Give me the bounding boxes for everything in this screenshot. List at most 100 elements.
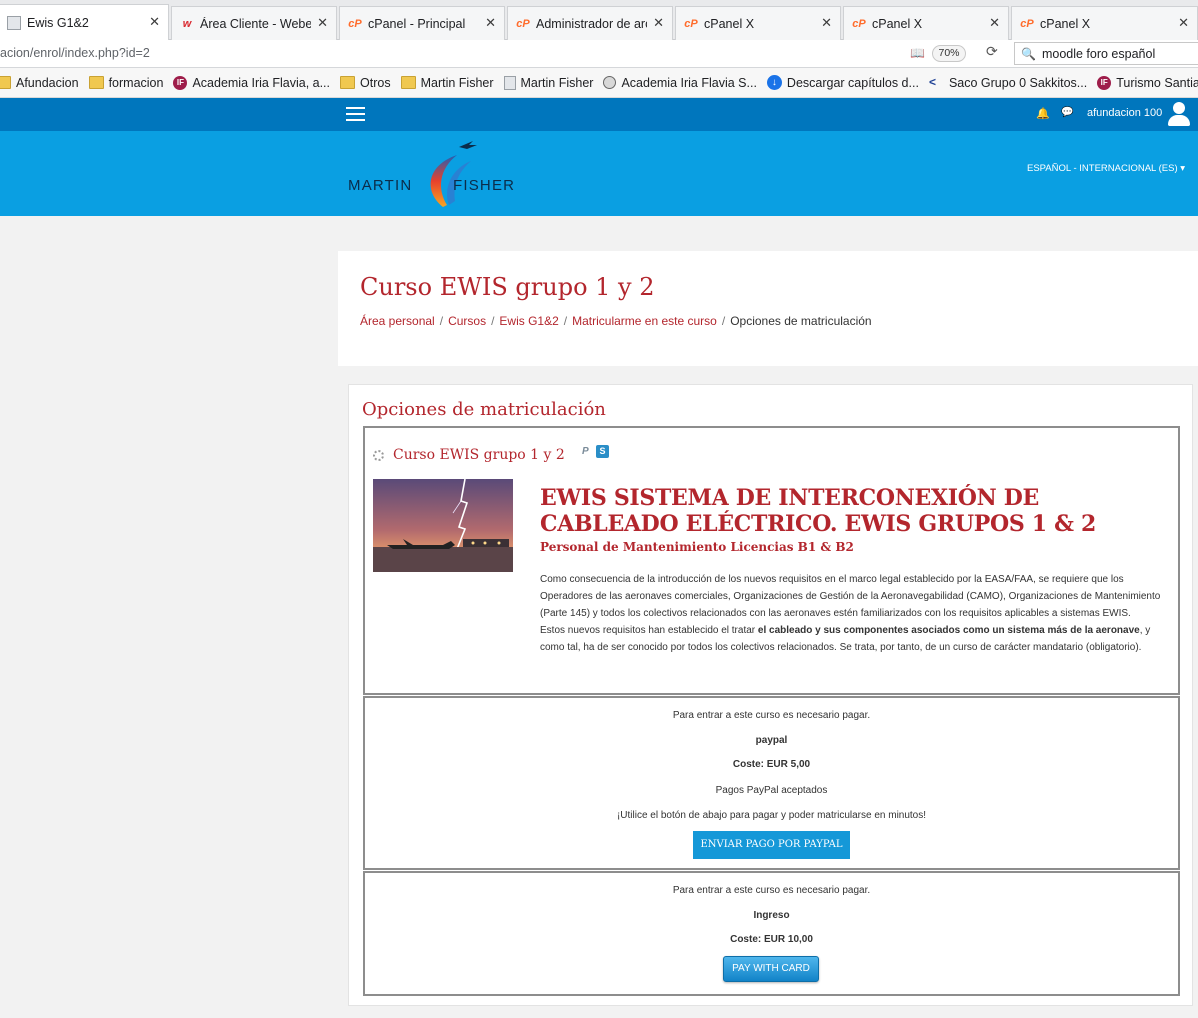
avatar[interactable]: [1167, 101, 1191, 127]
page-icon: [7, 15, 21, 30]
url-field[interactable]: acion/enrol/index.php?id=2: [0, 46, 150, 60]
tab-cpanel-x-1[interactable]: cP cPanel X ✕: [675, 6, 841, 40]
page-icon: [503, 75, 516, 90]
academia-icon: IF: [173, 75, 188, 90]
breadcrumb-current: Opciones de matriculación: [730, 314, 872, 328]
breadcrumb: Área personal / Cursos / Ewis G1&2 / Matricula…: [360, 314, 872, 328]
cpanel-icon: cP: [1020, 17, 1034, 30]
language-label: ESPAÑOL - INTERNACIONAL (ES): [1027, 163, 1178, 174]
close-icon[interactable]: ✕: [317, 16, 328, 31]
payment-notice: Para entrar a este curso es necesario pa…: [672, 885, 871, 896]
download-icon: ↓: [766, 75, 782, 90]
payment-method: paypal: [755, 735, 788, 746]
bookmark-descargar[interactable]: ↓ Descargar capítulos d...: [766, 75, 919, 90]
send-paypal-payment-button[interactable]: ENVIAR PAGO POR PAYPAL: [693, 831, 850, 859]
card-enrol-box: Para entrar a este curso es necesario pa…: [363, 871, 1180, 996]
tab-title: Área Cliente - Webempresa: [200, 16, 312, 31]
payment-notice: Para entrar a este curso es necesario pa…: [672, 710, 871, 721]
bookmark-martin-fisher-page[interactable]: Martin Fisher: [503, 75, 593, 90]
breadcrumb-link[interactable]: Cursos: [448, 314, 486, 328]
payment-cost: Coste: EUR 10,00: [730, 934, 813, 945]
tab-cpanel-x-3[interactable]: cP cPanel X ✕: [1011, 6, 1198, 40]
bookmark-academia-2[interactable]: Academia Iria Flavia S...: [603, 76, 757, 90]
course-link[interactable]: Curso EWIS grupo 1 y 2: [373, 447, 565, 463]
user-name[interactable]: afundacion 100: [1087, 107, 1162, 119]
language-selector[interactable]: ESPAÑOL - INTERNACIONAL (ES) ▾: [1027, 163, 1185, 174]
paypal-enrol-box: Para entrar a este curso es necesario pa…: [363, 696, 1180, 870]
menu-icon[interactable]: [346, 107, 365, 122]
pay-with-card-button[interactable]: PAY WITH CARD: [723, 956, 819, 982]
course-description: Como consecuencia de la introducción de …: [540, 571, 1176, 656]
bookmark-label: Martin Fisher: [420, 75, 494, 90]
site-banner: MARTIN FISHER ESPAÑOL - INTERNACIONAL (E…: [0, 131, 1198, 216]
tab-ewis[interactable]: Ewis G1&2 ✕: [0, 4, 169, 40]
breadcrumb-link[interactable]: Área personal: [360, 314, 435, 328]
bookmark-saco[interactable]: < Saco Grupo 0 Sakkitos...: [929, 76, 1087, 90]
cpanel-icon: cP: [684, 17, 698, 30]
search-box[interactable]: 🔍 moodle foro español: [1014, 42, 1198, 65]
breadcrumb-separator: /: [721, 314, 726, 328]
course-name[interactable]: Curso EWIS grupo 1 y 2: [393, 447, 565, 463]
reload-icon[interactable]: ⟳: [986, 44, 998, 60]
bookmark-formacion[interactable]: formacion: [88, 75, 164, 90]
payment-hint: ¡Utilice el botón de abajo para pagar y …: [616, 810, 927, 821]
paypal-icon: P: [582, 446, 589, 457]
logo-text-left: MARTIN: [348, 177, 413, 194]
description-emphasis: el cableado y sus componentes asociados …: [757, 625, 1140, 636]
browser-tab-bar: Ewis G1&2 ✕ w Área Cliente - Webempresa …: [0, 0, 1198, 40]
bookmark-label: Otros: [360, 75, 391, 90]
zoom-level[interactable]: 70%: [932, 45, 966, 62]
breadcrumb-separator: /: [491, 314, 495, 328]
carrefour-icon: <: [928, 75, 936, 89]
bookmark-label: formacion: [108, 75, 164, 90]
folder-icon: [0, 76, 11, 89]
tab-cpanel-principal[interactable]: cP cPanel - Principal ✕: [339, 6, 505, 40]
bookmark-academia-1[interactable]: IF Academia Iria Flavia, a...: [173, 75, 330, 90]
address-bar: acion/enrol/index.php?id=2 📖 70% ⟳ 🔍 moo…: [0, 40, 1198, 68]
bookmark-otros[interactable]: Otros: [340, 76, 391, 90]
stripe-icon: S: [596, 445, 609, 458]
close-icon[interactable]: ✕: [149, 15, 160, 30]
bookmark-label: Afundacion: [16, 75, 79, 90]
breadcrumb-link[interactable]: Matricularme en este curso: [572, 314, 717, 328]
course-icon: [373, 449, 384, 461]
page-header: Curso EWIS grupo 1 y 2 Área personal / Cur…: [338, 251, 1198, 366]
course-image: [373, 479, 513, 572]
logo-text-right: FISHER: [453, 177, 516, 194]
logo-swoosh-icon: [430, 141, 477, 207]
course-summary: EWIS SISTEMA DE INTERCONEXIÓN DE CABLEAD…: [540, 485, 1176, 656]
reader-view-icon[interactable]: 📖: [910, 46, 925, 60]
payment-cost: Coste: EUR 5,00: [732, 759, 811, 770]
close-icon[interactable]: ✕: [485, 16, 496, 31]
close-icon[interactable]: ✕: [821, 16, 832, 31]
chat-icon[interactable]: 💬: [1061, 107, 1073, 118]
bell-icon[interactable]: 🔔: [1036, 107, 1050, 120]
tab-webempresa[interactable]: w Área Cliente - Webempresa ✕: [171, 6, 337, 40]
bookmark-label: Descargar capítulos d...: [786, 75, 919, 90]
section-title: Opciones de matriculación: [362, 399, 606, 420]
martin-fisher-logo[interactable]: MARTIN FISHER: [347, 139, 527, 211]
breadcrumb-separator: /: [563, 314, 568, 328]
bookmark-turismo[interactable]: IF Turismo Santiago de ...: [1097, 75, 1198, 90]
tab-title: cPanel X: [872, 16, 923, 31]
bookmark-martin-fisher-folder[interactable]: Martin Fisher: [400, 75, 494, 90]
bookmark-afundacion[interactable]: Afundacion: [0, 76, 79, 90]
bookmark-label: Saco Grupo 0 Sakkitos...: [948, 75, 1088, 90]
breadcrumb-link[interactable]: Ewis G1&2: [499, 314, 558, 328]
close-icon[interactable]: ✕: [1178, 16, 1189, 31]
close-icon[interactable]: ✕: [653, 16, 664, 31]
close-icon[interactable]: ✕: [989, 16, 1000, 31]
tab-cpanel-x-2[interactable]: cP cPanel X ✕: [843, 6, 1009, 40]
search-input[interactable]: moodle foro español: [1042, 47, 1155, 61]
tab-file-manager[interactable]: cP Administrador de archivos ✕: [507, 6, 673, 40]
search-icon: 🔍: [1021, 46, 1036, 61]
folder-icon: [400, 76, 416, 89]
tab-title: Ewis G1&2: [27, 15, 89, 30]
cpanel-icon: cP: [516, 17, 530, 30]
course-box: Curso EWIS grupo 1 y 2 P S EWIS SISTEMA …: [363, 426, 1180, 695]
payment-accepted: Pagos PayPal aceptados: [715, 785, 828, 796]
globe-icon: [603, 76, 617, 89]
course-heading: EWIS SISTEMA DE INTERCONEXIÓN DE CABLEAD…: [540, 485, 1097, 537]
folder-icon: [88, 76, 104, 89]
cpanel-icon: cP: [852, 17, 866, 30]
